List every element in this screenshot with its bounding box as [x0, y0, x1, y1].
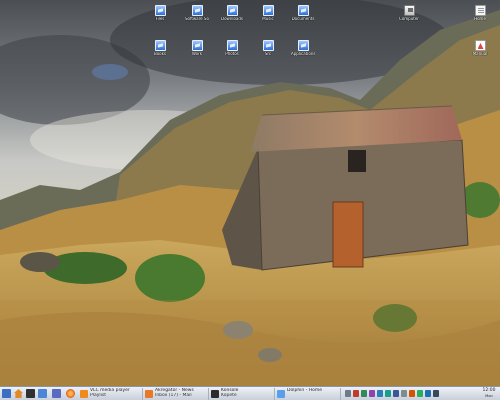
konsole-icon [211, 390, 219, 398]
folder-icon [226, 5, 238, 16]
task-konsole[interactable]: Konsole Kopete [209, 388, 275, 400]
desktop-icon-label: Books [153, 52, 167, 56]
task-title: Dolphin - Home [287, 388, 323, 393]
desktop-icon-label: Work [191, 52, 203, 56]
start-menu-icon[interactable] [2, 389, 11, 398]
desktop-icon-label: Music [262, 17, 274, 21]
wallpaper [0, 0, 500, 386]
update-icon[interactable] [377, 390, 383, 397]
desktop-icon-manual[interactable]: Manual [468, 40, 492, 57]
desktop-icon-documents[interactable]: Documents [291, 5, 315, 22]
printer-icon[interactable] [401, 390, 407, 397]
folder-icon [191, 5, 203, 16]
desktop-icon-label: Photos [225, 52, 239, 56]
desktop-icon-photos[interactable]: Photos [220, 40, 244, 57]
taskbar: VLC media player Playlist Akregator - Ne… [0, 386, 500, 400]
desktop-icon-downloads[interactable]: Downloads [220, 5, 244, 22]
info-icon[interactable] [425, 390, 431, 397]
calendar-icon[interactable] [417, 390, 423, 397]
folder-icon [154, 5, 166, 16]
folder-icon [191, 40, 203, 51]
desktop-icon-label: Src [264, 52, 272, 56]
task-dolphin[interactable]: Dolphin - Home [275, 388, 341, 400]
bluetooth-icon[interactable] [393, 390, 399, 397]
task-subtitle: Kopete [221, 393, 237, 398]
computer-icon [403, 5, 415, 16]
clock-date: Mon [485, 394, 493, 398]
task-akregator[interactable]: Akregator - News Inbox (17) - Mail [143, 388, 209, 400]
folder-icon [226, 40, 238, 51]
desktop-icon-label: Computer [399, 17, 419, 21]
network-icon[interactable] [353, 390, 359, 397]
terminal-icon[interactable] [26, 389, 35, 398]
task-subtitle: Playlist [90, 393, 106, 398]
desktop[interactable]: Files Software Sources Downloads Music D… [0, 0, 500, 386]
folder-icon [262, 5, 274, 16]
desktop-icon-label: Home [474, 17, 486, 21]
task-vlc[interactable]: VLC media player Playlist [78, 388, 143, 400]
desktop-icon-src[interactable]: Src [256, 40, 280, 57]
feed-icon [145, 390, 153, 398]
document-icon [474, 5, 486, 16]
desktop-icon-home[interactable]: Home [468, 5, 492, 22]
desktop-icon-software-sources[interactable]: Software Sources [185, 5, 209, 22]
folder-icon [262, 40, 274, 51]
desktop-icon-label: Manual [472, 52, 488, 56]
home-icon[interactable] [14, 389, 23, 398]
screen-icon[interactable] [433, 390, 439, 397]
desktop-icon-files[interactable]: Files [148, 5, 172, 22]
folder-icon [154, 40, 166, 51]
pdf-icon [474, 40, 486, 51]
volume-icon[interactable] [345, 390, 351, 397]
desktop-icon-label: Software Sources [185, 17, 209, 21]
desktop-icon-computer[interactable]: Computer [397, 5, 421, 22]
folder-icon [297, 40, 309, 51]
clipboard-icon[interactable] [369, 390, 375, 397]
folder-icon [297, 5, 309, 16]
power-icon[interactable] [409, 390, 415, 397]
dolphin-icon [277, 390, 285, 398]
battery-icon[interactable] [361, 390, 367, 397]
chat-icon[interactable] [385, 390, 391, 397]
file-manager-icon[interactable] [38, 389, 47, 398]
desktop-icon-books[interactable]: Books [148, 40, 172, 57]
browser-icon[interactable] [66, 389, 75, 398]
desktop-icon-label: Files [155, 17, 165, 21]
vlc-icon [80, 390, 88, 398]
clock[interactable]: 12:00 Mon [480, 388, 498, 398]
task-subtitle: Inbox (17) - Mail [155, 393, 192, 398]
desktop-icon-applications[interactable]: Applications [291, 40, 315, 57]
desktop-icon-label: Downloads [221, 17, 243, 21]
desktop-icon-label: Documents [291, 17, 315, 21]
system-monitor-icon[interactable] [52, 389, 61, 398]
desktop-icon-work[interactable]: Work [185, 40, 209, 57]
desktop-icon-label: Applications [291, 52, 315, 56]
desktop-icon-music[interactable]: Music [256, 5, 280, 22]
